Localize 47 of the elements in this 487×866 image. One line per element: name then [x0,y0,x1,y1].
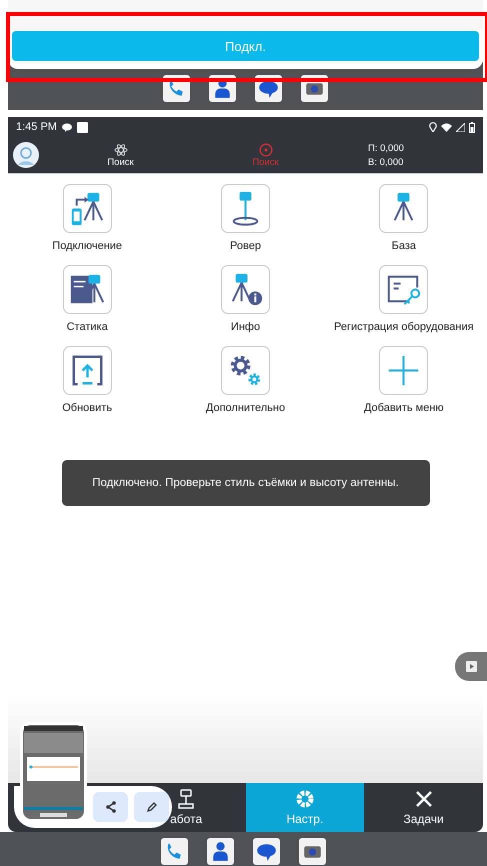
menu-label[interactable]: Обновить [62,402,112,414]
location-icon [429,122,437,132]
atom-icon[interactable] [114,142,128,156]
rover-icon[interactable] [220,184,270,233]
menu-label[interactable]: База [392,240,416,252]
chat-icon [62,122,72,132]
screenshot-thumbnail-drawing[interactable] [20,722,87,822]
gear-icon [294,789,315,809]
target-icon[interactable] [258,142,272,156]
tools-icon [414,789,434,809]
edit-button[interactable] [134,792,169,822]
search-label[interactable]: Поиск [107,156,134,168]
status-time: 1:45 PM [16,121,57,133]
menu-label[interactable]: Добавить меню [364,402,444,414]
share-button[interactable] [93,792,128,822]
messages-app-icon[interactable] [253,838,280,865]
menu-label[interactable]: Регистрация оборудования [334,321,474,333]
receiver-connection-icon[interactable] [62,184,112,233]
play-icon [466,661,476,672]
menu-label[interactable]: Дополнительно [206,402,286,414]
menu-label[interactable]: Статика [66,321,108,333]
share-icon [104,800,118,814]
pencil-icon [146,801,158,813]
phone-app-icon[interactable] [161,838,188,865]
toast-message: Подключено. Проверьте стиль съёмки и высоту антенны. [62,460,430,506]
base-tripod-icon[interactable] [379,184,428,233]
wifi-icon [441,122,452,132]
menu-label[interactable]: Подключение [52,240,122,252]
notification-icon [76,122,88,132]
camera-app-icon[interactable] [299,838,326,865]
coordinate-value: В: 0,000 [368,156,404,168]
nav-tab[interactable]: Задачи [364,783,483,832]
static-document-icon[interactable] [62,265,112,314]
gears-icon[interactable] [220,346,270,395]
info-tripod-icon[interactable] [220,265,270,314]
document-key-icon[interactable] [379,265,428,314]
menu-label[interactable]: Инфо [230,321,260,333]
nav-tab[interactable]: абота [126,783,246,832]
floating-button[interactable] [455,652,487,681]
menu-label[interactable]: Ровер [230,240,261,252]
upload-icon[interactable] [62,346,112,395]
receiver-icon [176,789,196,809]
coordinate-value: П: 0,000 [368,142,405,154]
battery-icon [469,122,475,132]
signal-icon [456,122,465,132]
contacts-app-icon[interactable] [207,838,234,865]
avatar-icon[interactable] [13,142,39,168]
